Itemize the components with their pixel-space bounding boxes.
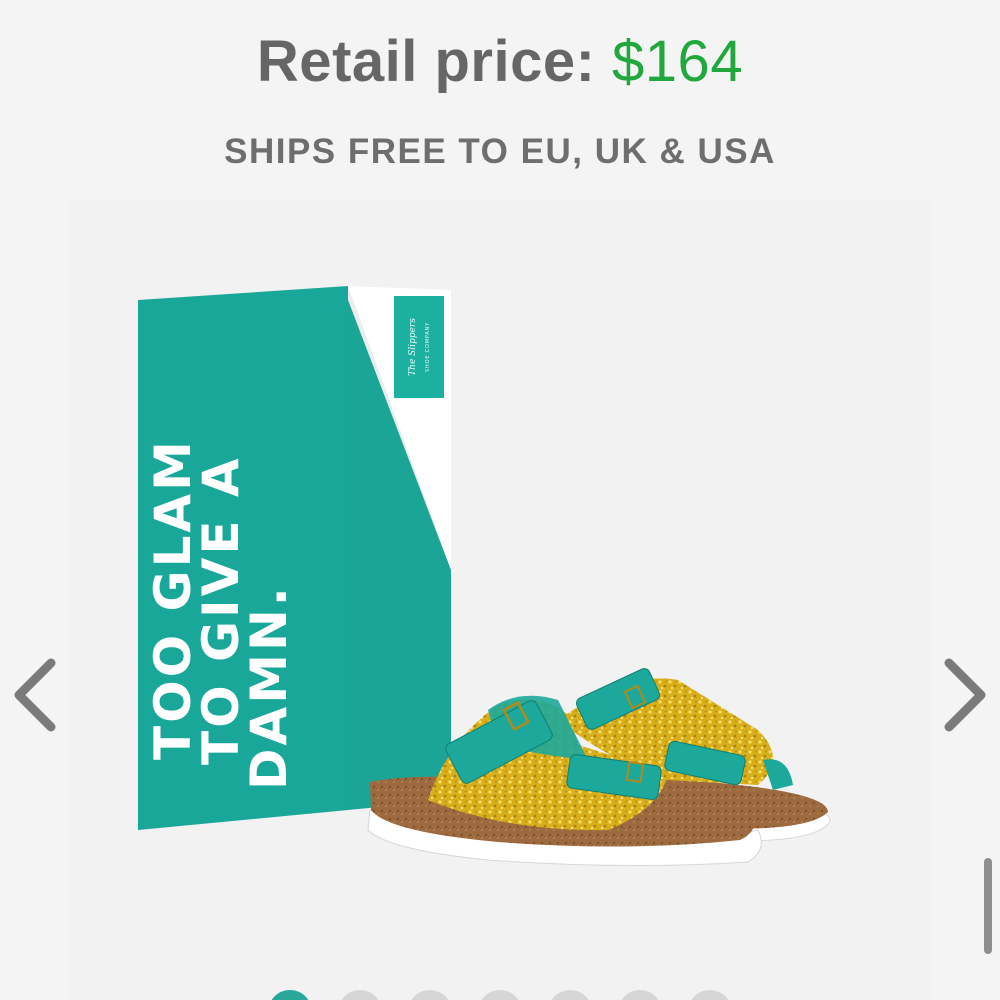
carousel-dot[interactable] [408,990,452,1000]
price-label: Retail price: [256,29,596,94]
product-image-carousel[interactable]: The Slippers SHOE COMPANY TOO GLAM TO GI… [68,200,932,1000]
brand-script: The Slippers [408,318,418,376]
carousel-pagination [268,990,732,1000]
carousel-dot[interactable] [548,990,592,1000]
slogan-line-3: DAMN. [240,584,298,790]
brand-sub: SHOE COMPANY [425,322,431,372]
price-value: $164 [612,29,744,94]
carousel-dot[interactable] [268,990,312,1000]
carousel-dot[interactable] [478,990,522,1000]
product-page: Retail price: $164 SHIPS FREE TO EU, UK … [0,0,1000,1000]
chevron-right-icon [944,658,986,732]
next-image-button[interactable] [936,650,996,740]
carousel-dot[interactable] [618,990,662,1000]
carousel-dot[interactable] [338,990,382,1000]
previous-image-button[interactable] [4,650,64,740]
scrollbar-thumb[interactable] [984,858,992,954]
retail-price: Retail price: $164 [0,28,1000,95]
chevron-left-icon [14,658,56,732]
brand-tag [394,296,444,398]
shipping-note: SHIPS FREE TO EU, UK & USA [224,132,776,171]
product-image: The Slippers SHOE COMPANY TOO GLAM TO GI… [138,286,831,867]
shoe-box: The Slippers SHOE COMPANY TOO GLAM TO GI… [138,286,451,830]
carousel-dot[interactable] [688,990,732,1000]
